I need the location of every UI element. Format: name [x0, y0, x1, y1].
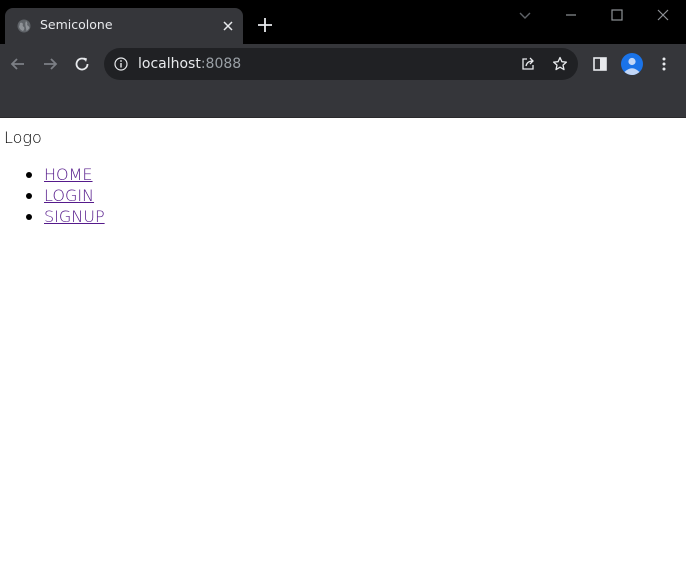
- profile-avatar[interactable]: [621, 53, 643, 75]
- nav-item-signup: SIGNUP: [4, 206, 105, 227]
- more-menu-icon[interactable]: [656, 56, 672, 72]
- login-link[interactable]: LOGIN: [44, 186, 94, 205]
- reload-icon[interactable]: [72, 54, 92, 74]
- logo-text: Logo: [4, 128, 42, 147]
- browser-toolbar: localhost:8088: [0, 44, 686, 84]
- forward-arrow-icon[interactable]: [40, 54, 60, 74]
- person-icon: [624, 57, 640, 75]
- nav-list: HOME LOGIN SIGNUP: [4, 164, 105, 227]
- new-tab-button[interactable]: [256, 16, 274, 34]
- page-content: Logo HOME LOGIN SIGNUP: [0, 118, 686, 575]
- tab-title: Semicolone: [40, 17, 113, 32]
- nav-item-login: LOGIN: [4, 185, 105, 206]
- signup-link[interactable]: SIGNUP: [44, 207, 105, 226]
- url-host: localhost: [138, 56, 201, 72]
- nav-item-home: HOME: [4, 164, 105, 185]
- browser-tab[interactable]: Semicolone: [5, 8, 243, 44]
- address-bar[interactable]: localhost:8088: [104, 48, 578, 80]
- tab-strip: Semicolone: [0, 0, 686, 44]
- back-arrow-icon[interactable]: [8, 54, 28, 74]
- site-info-icon[interactable]: [114, 57, 128, 71]
- close-tab-icon[interactable]: [221, 19, 235, 33]
- url-port: :8088: [200, 56, 242, 72]
- url-text[interactable]: localhost:8088: [138, 56, 241, 72]
- side-panel-icon[interactable]: [592, 56, 608, 72]
- star-icon[interactable]: [552, 56, 568, 72]
- tab-search-icon[interactable]: [517, 7, 533, 23]
- minimize-button[interactable]: [563, 7, 579, 23]
- globe-icon: [17, 19, 31, 33]
- maximize-button[interactable]: [609, 7, 625, 23]
- close-window-button[interactable]: [655, 7, 671, 23]
- bookmarks-bar: [0, 84, 686, 118]
- home-link[interactable]: HOME: [44, 165, 93, 184]
- share-icon[interactable]: [520, 56, 536, 72]
